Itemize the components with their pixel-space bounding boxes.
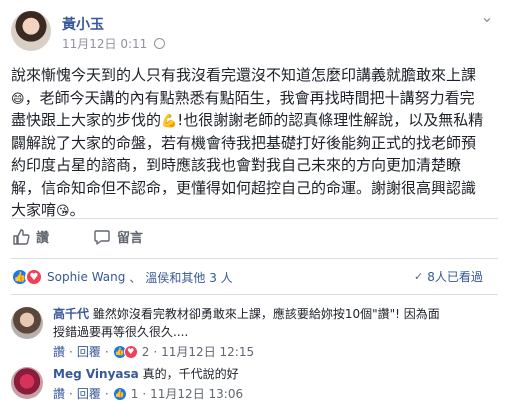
flex-emoji-icon: 💪 <box>161 114 178 129</box>
comment-like-link[interactable]: 讚 <box>53 385 65 402</box>
post-line-4: !也很謝謝老師的認真條理性解說，以及無私精 <box>177 111 484 129</box>
post-timestamp[interactable]: 11月12日 0:11 <box>62 37 147 51</box>
reaction-others[interactable]: 溫侯和其他 3 人 <box>145 269 232 286</box>
post-line-7: 解，信命知命但不認命，更懂得如何超控自己的命運。謝謝很高興認識 <box>11 178 477 197</box>
comment-icon <box>94 229 110 245</box>
post-meta: 11月12日 0:11 <box>62 35 166 52</box>
comment-text: Meg Vinyasa 真的，千代說的好 <box>53 367 239 381</box>
like-reaction-icon: 👍 <box>112 386 127 401</box>
comment-reaction-count: 2 <box>141 344 150 359</box>
divider <box>11 258 498 259</box>
comment-author[interactable]: Meg Vinyasa <box>53 367 139 381</box>
commenter-avatar[interactable] <box>11 307 43 339</box>
divider <box>11 218 498 219</box>
comment-actions: 讚 · 回覆 · 👍 ♥ 2 · 11月12日 12:15 <box>53 343 255 360</box>
reactions-summary[interactable]: 👍 ♥ Sophie Wang 、 溫侯和其他 3 人 <box>11 268 233 286</box>
comment-time[interactable]: 11月12日 12:15 <box>161 343 254 360</box>
comment-text: 高千代 雖然妳沒看完教材卻勇敢來上課，應該要給妳按10個"讚"! 因為面 授錯過… <box>53 307 440 339</box>
post-line-6: 約印度占星的諮商，到時應該我也會對我自己未來的方向更加清楚瞭 <box>11 156 462 174</box>
post-body: 說來慚愧今天到的人只有我沒看完還沒不知道怎麼印講義就膽敢來上課 😄，老師今天講的… <box>11 66 484 219</box>
post-line-3: 盡快跟上大家的步伐的 <box>11 111 162 129</box>
more-options-icon[interactable]: ⌄ <box>478 9 496 28</box>
post-card: 黃小玉 11月12日 0:11 ⌄ 說來慚愧今天到的人只有我沒看完還沒不知道怎麼… <box>0 0 509 409</box>
comment-reaction-count: 1 <box>130 386 139 401</box>
post-line-1: 說來慚愧今天到的人只有我沒看完還沒不知道怎麼印講義就膽敢來上課 <box>11 66 477 84</box>
comment-reactions[interactable]: 👍 ♥ <box>112 344 138 359</box>
author-avatar[interactable] <box>11 11 51 51</box>
love-reaction-icon: ♥ <box>25 268 43 286</box>
divider <box>11 294 498 295</box>
seen-by[interactable]: ✓ 8人已看過 <box>414 268 483 285</box>
globe-icon <box>154 38 166 49</box>
comment-reply-link[interactable]: 回覆 <box>77 385 101 402</box>
post-author[interactable]: 黃小玉 <box>62 14 104 34</box>
comment-reactions[interactable]: 👍 <box>112 386 127 401</box>
comment-time[interactable]: 11月12日 13:06 <box>150 385 243 402</box>
love-reaction-icon: ♥ <box>123 344 138 359</box>
kiss-emoji-icon: 😘 <box>56 204 70 219</box>
comment-button[interactable]: 留言 <box>93 227 143 246</box>
comment-like-link[interactable]: 讚 <box>53 343 65 360</box>
post-line-5: 闢解說了大家的命盤，若有機會待我把基礎打好後能夠正式的找老師預 <box>11 133 477 152</box>
seen-count: 8人已看過 <box>427 270 483 284</box>
thumbs-up-icon <box>13 228 30 245</box>
comment-reply-link[interactable]: 回覆 <box>77 343 101 360</box>
comment-author[interactable]: 高千代 <box>53 307 89 321</box>
post-line-2: ，老師今天講的內有點熟悉有點陌生，我會再找時間把十講努力看完 <box>24 88 475 107</box>
like-button[interactable]: 讚 <box>12 227 49 246</box>
reaction-names[interactable]: Sophie Wang <box>47 270 125 284</box>
grin-emoji-icon: 😄 <box>11 91 25 107</box>
check-icon: ✓ <box>414 270 424 283</box>
like-label: 讚 <box>36 231 50 246</box>
comment-actions: 讚 · 回覆 · 👍 1 · 11月12日 13:06 <box>53 385 244 402</box>
commenter-avatar[interactable] <box>11 367 43 399</box>
comment-label: 留言 <box>117 231 144 246</box>
post-line-8: 大家唷 <box>11 201 57 219</box>
